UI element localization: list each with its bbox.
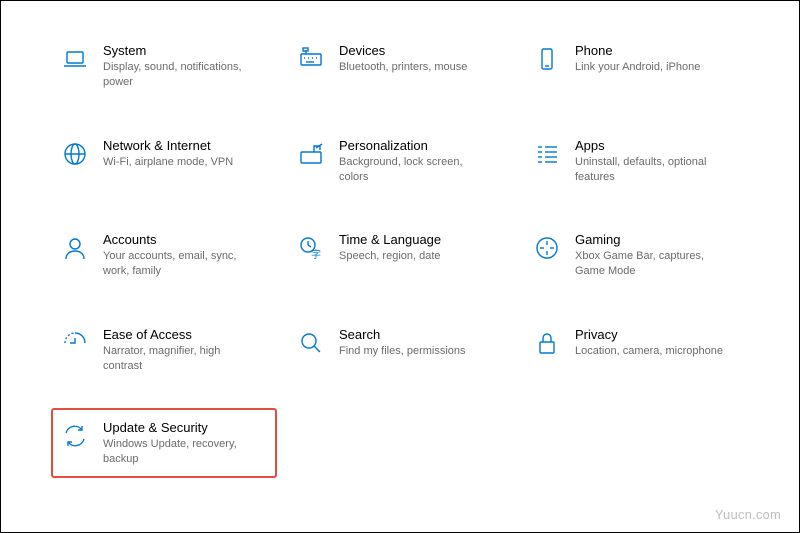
text-block: Time & Language Speech, region, date bbox=[339, 232, 441, 264]
settings-item-update-security[interactable]: Update & Security Windows Update, recover… bbox=[51, 408, 277, 479]
text-block: System Display, sound, notifications, pow… bbox=[103, 43, 253, 90]
settings-item-privacy[interactable]: Privacy Location, camera, microphone bbox=[523, 317, 749, 384]
settings-item-devices[interactable]: Devices Bluetooth, printers, mouse bbox=[287, 33, 513, 100]
settings-grid: System Display, sound, notifications, pow… bbox=[1, 1, 799, 498]
item-title: Gaming bbox=[575, 232, 725, 247]
item-title: Ease of Access bbox=[103, 327, 253, 342]
settings-item-ease-of-access[interactable]: Ease of Access Narrator, magnifier, high … bbox=[51, 317, 277, 384]
globe-icon bbox=[61, 140, 89, 168]
settings-item-gaming[interactable]: Gaming Xbox Game Bar, captures, Game Mode bbox=[523, 222, 749, 289]
item-subtitle: Your accounts, email, sync, work, family bbox=[103, 249, 253, 279]
text-block: Phone Link your Android, iPhone bbox=[575, 43, 700, 75]
phone-icon bbox=[533, 45, 561, 73]
item-title: Personalization bbox=[339, 138, 489, 153]
settings-item-search[interactable]: Search Find my files, permissions bbox=[287, 317, 513, 384]
item-title: Time & Language bbox=[339, 232, 441, 247]
settings-item-phone[interactable]: Phone Link your Android, iPhone bbox=[523, 33, 749, 100]
settings-item-apps[interactable]: Apps Uninstall, defaults, optional featur… bbox=[523, 128, 749, 195]
text-block: Gaming Xbox Game Bar, captures, Game Mode bbox=[575, 232, 725, 279]
item-title: Apps bbox=[575, 138, 725, 153]
item-subtitle: Speech, region, date bbox=[339, 249, 441, 264]
watermark: Yuucn.com bbox=[715, 507, 781, 522]
settings-item-system[interactable]: System Display, sound, notifications, pow… bbox=[51, 33, 277, 100]
time-language-icon bbox=[297, 234, 325, 262]
laptop-icon bbox=[61, 45, 89, 73]
text-block: Accounts Your accounts, email, sync, work… bbox=[103, 232, 253, 279]
item-subtitle: Wi-Fi, airplane mode, VPN bbox=[103, 155, 233, 170]
item-subtitle: Uninstall, defaults, optional features bbox=[575, 155, 725, 185]
settings-item-accounts[interactable]: Accounts Your accounts, email, sync, work… bbox=[51, 222, 277, 289]
settings-item-network-internet[interactable]: Network & Internet Wi-Fi, airplane mode, … bbox=[51, 128, 277, 195]
gaming-icon bbox=[533, 234, 561, 262]
paint-icon bbox=[297, 140, 325, 168]
item-title: Accounts bbox=[103, 232, 253, 247]
item-title: Devices bbox=[339, 43, 467, 58]
item-subtitle: Link your Android, iPhone bbox=[575, 60, 700, 75]
privacy-icon bbox=[533, 329, 561, 357]
item-subtitle: Location, camera, microphone bbox=[575, 344, 723, 359]
item-subtitle: Display, sound, notifications, power bbox=[103, 60, 253, 90]
item-title: Search bbox=[339, 327, 466, 342]
text-block: Personalization Background, lock screen, … bbox=[339, 138, 489, 185]
settings-item-time-language[interactable]: Time & Language Speech, region, date bbox=[287, 222, 513, 289]
account-icon bbox=[61, 234, 89, 262]
keyboard-icon bbox=[297, 45, 325, 73]
item-subtitle: Xbox Game Bar, captures, Game Mode bbox=[575, 249, 725, 279]
ease-icon bbox=[61, 329, 89, 357]
item-subtitle: Find my files, permissions bbox=[339, 344, 466, 359]
text-block: Network & Internet Wi-Fi, airplane mode, … bbox=[103, 138, 233, 170]
search-icon bbox=[297, 329, 325, 357]
item-subtitle: Background, lock screen, colors bbox=[339, 155, 489, 185]
settings-item-personalization[interactable]: Personalization Background, lock screen, … bbox=[287, 128, 513, 195]
text-block: Update & Security Windows Update, recover… bbox=[103, 420, 253, 467]
item-title: Network & Internet bbox=[103, 138, 233, 153]
apps-icon bbox=[533, 140, 561, 168]
item-subtitle: Narrator, magnifier, high contrast bbox=[103, 344, 253, 374]
text-block: Search Find my files, permissions bbox=[339, 327, 466, 359]
item-title: System bbox=[103, 43, 253, 58]
item-title: Phone bbox=[575, 43, 700, 58]
update-icon bbox=[61, 422, 89, 450]
item-title: Privacy bbox=[575, 327, 723, 342]
item-subtitle: Windows Update, recovery, backup bbox=[103, 437, 253, 467]
item-title: Update & Security bbox=[103, 420, 253, 435]
text-block: Apps Uninstall, defaults, optional featur… bbox=[575, 138, 725, 185]
text-block: Ease of Access Narrator, magnifier, high … bbox=[103, 327, 253, 374]
item-subtitle: Bluetooth, printers, mouse bbox=[339, 60, 467, 75]
text-block: Devices Bluetooth, printers, mouse bbox=[339, 43, 467, 75]
text-block: Privacy Location, camera, microphone bbox=[575, 327, 723, 359]
